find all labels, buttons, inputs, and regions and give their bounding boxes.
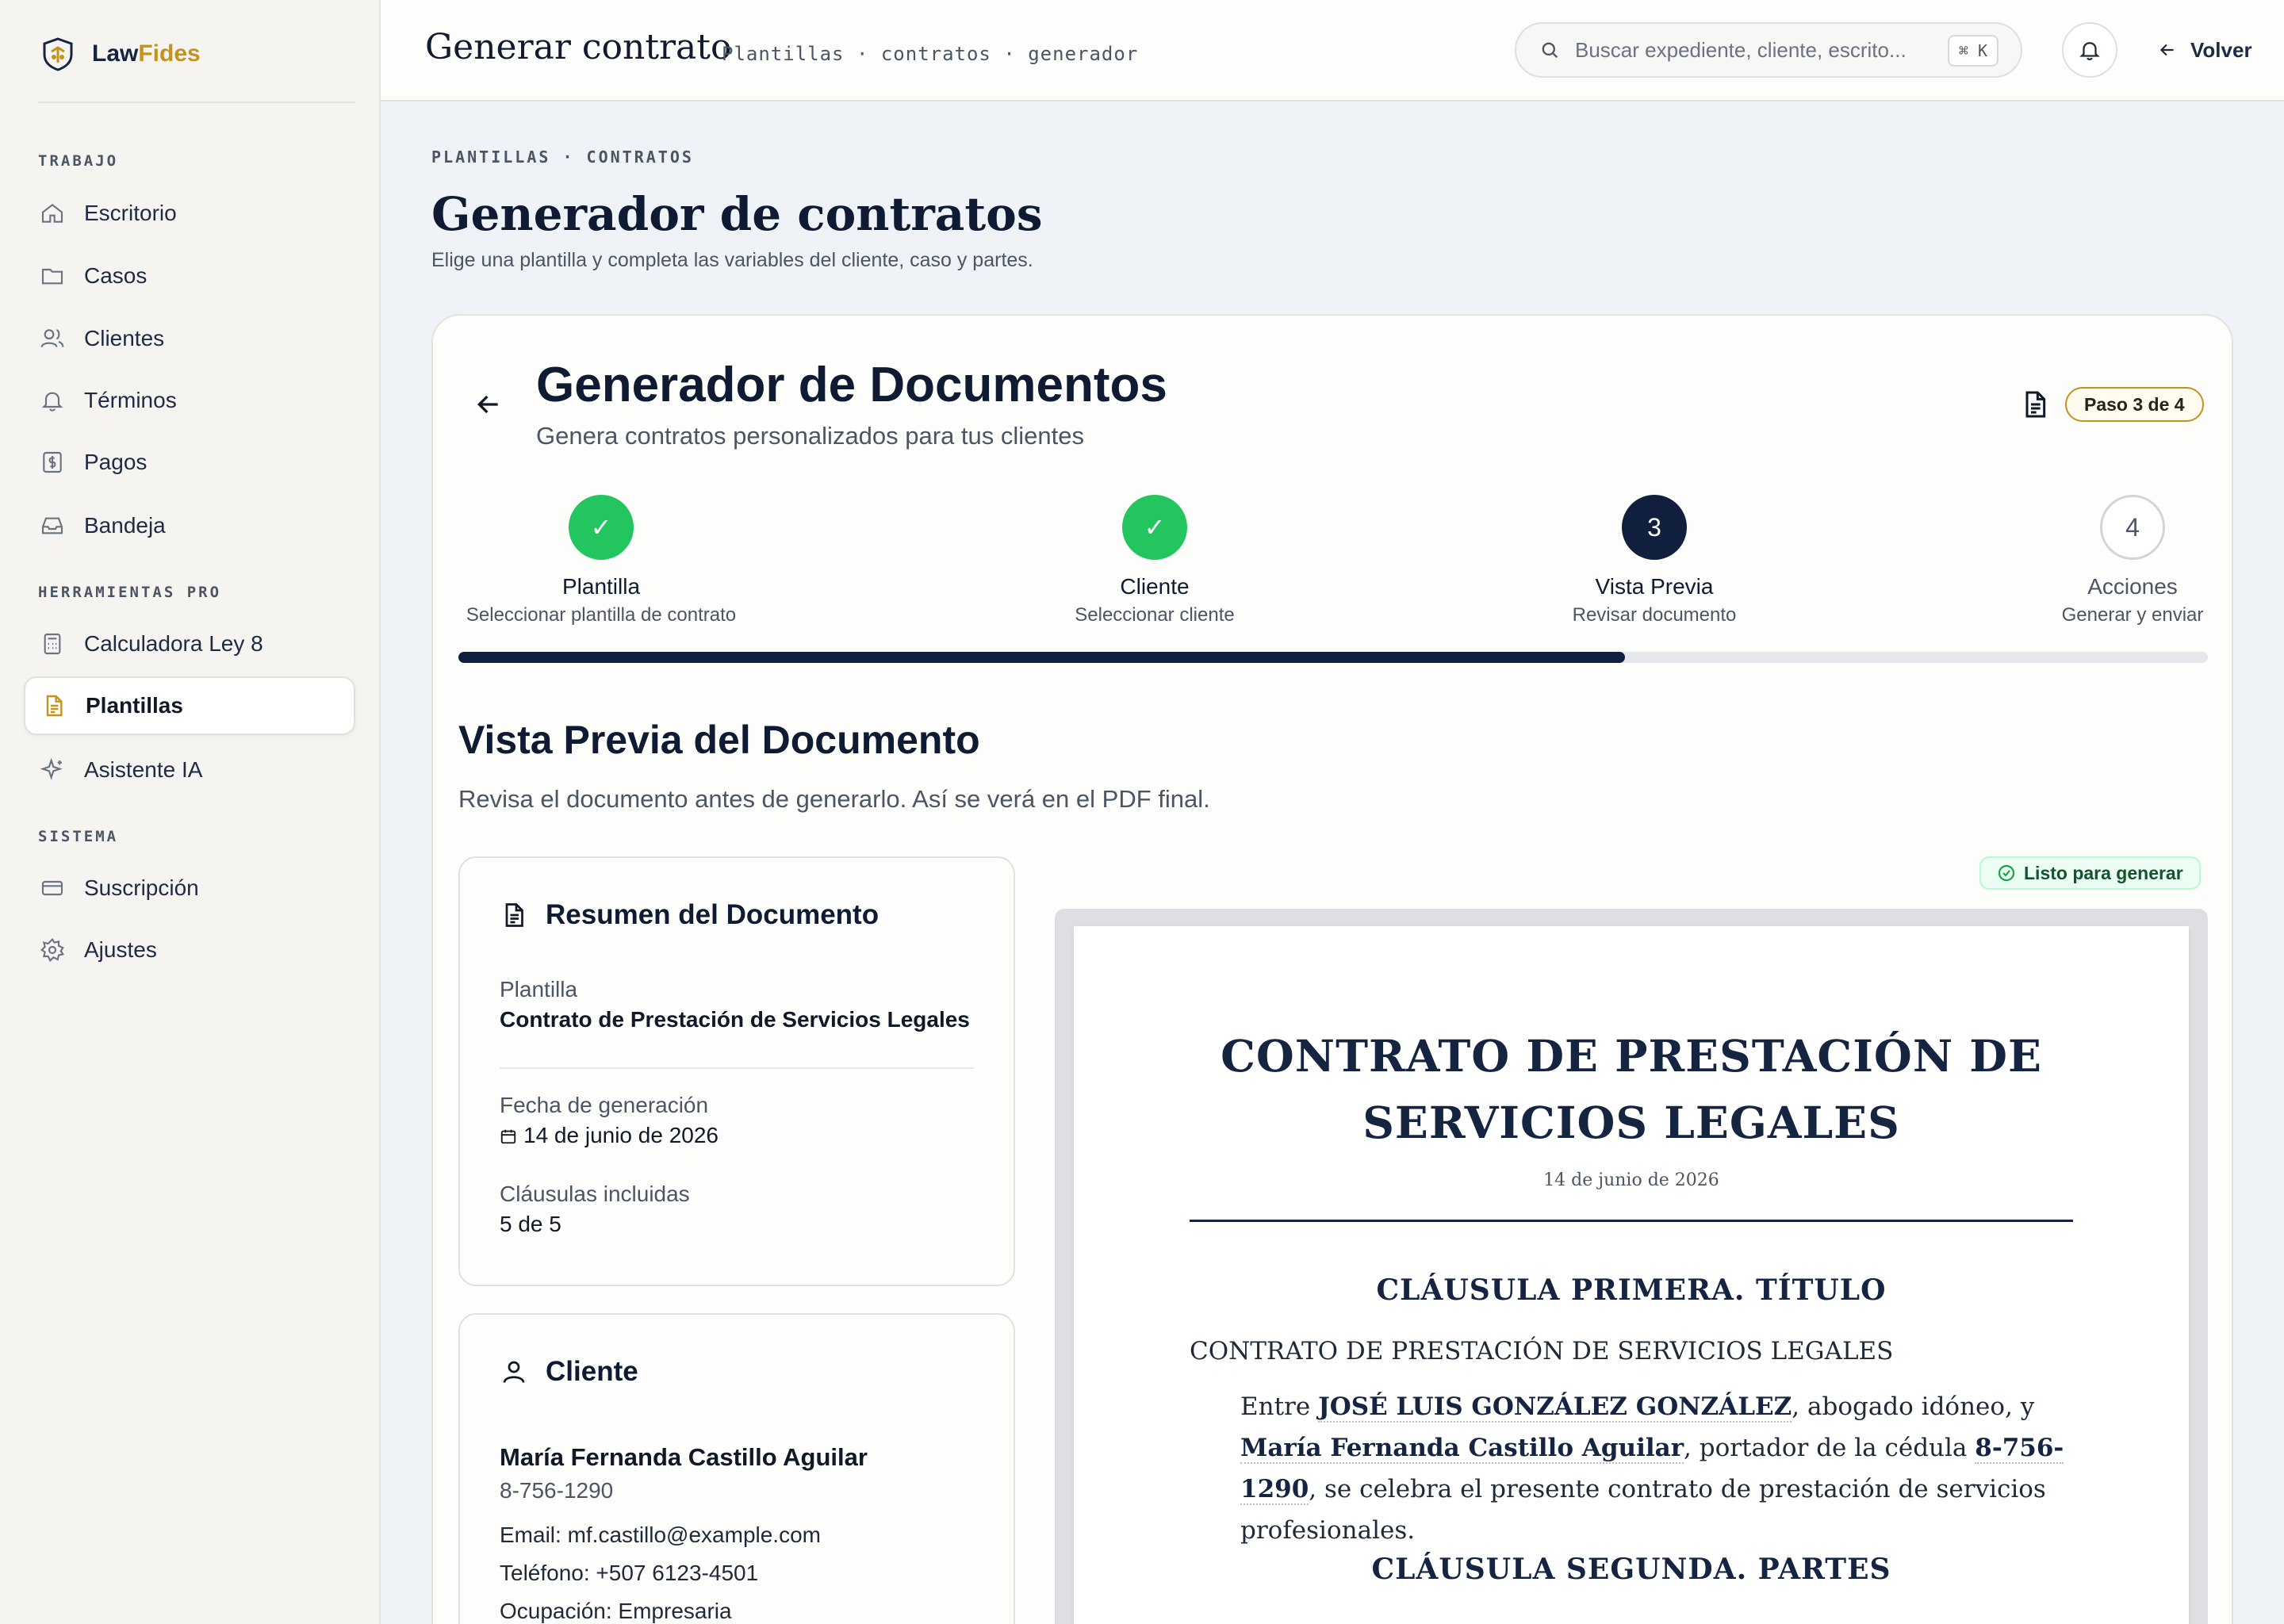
calculator-icon (44, 633, 61, 655)
document-preview[interactable]: CONTRATO DE PRESTACIÓN DE SERVICIOS LEGA… (1055, 909, 2208, 1624)
credit-card-icon (41, 880, 63, 896)
variable-lawyer[interactable]: JOSÉ LUIS GONZÁLEZ GONZÁLEZ (1318, 1392, 1792, 1423)
document-icon (46, 695, 63, 717)
step-plantilla[interactable]: ✓ Plantilla Seleccionar plantilla de con… (458, 495, 744, 626)
arrow-left-icon[interactable] (473, 389, 504, 420)
card-subtitle: Genera contratos personalizados para tus… (536, 422, 1085, 450)
page-subtitle: Elige una plantilla y completa las varia… (431, 249, 1033, 271)
step-cliente[interactable]: ✓ Cliente Seleccionar cliente (1067, 495, 1242, 626)
step-description: Seleccionar plantilla de contrato (466, 604, 737, 626)
ready-badge: Listo para generar (1979, 856, 2201, 890)
page-title: Generador de contratos (431, 187, 1043, 241)
sidebar-item-clientes[interactable]: Clientes (24, 309, 355, 368)
section-subtitle: Revisa el documento antes de generarlo. … (458, 785, 1210, 813)
client-email: Email: mf.castillo@example.com (500, 1522, 821, 1547)
progress-bar (458, 652, 2208, 663)
step-description: Generar y enviar (2061, 604, 2204, 626)
sidebar-item-casos[interactable]: Casos (24, 247, 355, 305)
check-circle-icon (1998, 864, 2015, 882)
step-number: 4 (2100, 495, 2165, 560)
summary-clauses: Cláusulas incluidas 5 de 5 (500, 1182, 690, 1236)
section-label-herramientas: HERRAMIENTAS PRO (38, 584, 222, 601)
dollar-icon (43, 451, 62, 473)
step-label: Plantilla (561, 574, 641, 599)
search-box[interactable]: ⌘ K (1515, 22, 2022, 78)
shortcut-hint: ⌘ K (1947, 35, 1998, 67)
sidebar-item-ajustes[interactable]: Ajustes (24, 921, 355, 979)
document-title: CONTRATO DE PRESTACIÓN DE SERVICIOS LEGA… (1221, 1030, 2042, 1148)
step-badge: Paso 3 de 4 (2065, 387, 2204, 422)
summary-panel: Resumen del Documento Plantilla Contrato… (458, 856, 1015, 1286)
parties-paragraph: Entre JOSÉ LUIS GONZÁLEZ GONZÁLEZ, aboga… (1240, 1392, 2064, 1545)
gear-icon (40, 937, 65, 963)
sidebar: LawFides TRABAJO Escritorio Casos Client… (0, 0, 381, 1624)
progress-fill (458, 652, 1626, 663)
sparkle-icon (40, 757, 63, 780)
calendar-icon (500, 1129, 516, 1144)
arrow-left-icon (2159, 44, 2174, 56)
clause-heading: CLÁUSULA SEGUNDA. PARTES (1371, 1553, 1891, 1586)
search-input[interactable] (1575, 37, 1924, 63)
step-label: Acciones (2087, 574, 2178, 599)
step-vista-previa[interactable]: 3 Vista Previa Revisar documento (1559, 495, 1749, 626)
client-identity: María Fernanda Castillo Aguilar 8-756-12… (500, 1443, 868, 1503)
step-description: Seleccionar cliente (1075, 604, 1235, 626)
inbox-icon (41, 517, 63, 534)
sidebar-item-escritorio[interactable]: Escritorio (24, 184, 355, 243)
summary-heading: Resumen del Documento (500, 899, 879, 931)
step-label: Vista Previa (1595, 574, 1714, 599)
header-breadcrumb: Plantillas · contratos · generador (722, 43, 1139, 65)
summary-template: Plantilla Contrato de Prestación de Serv… (500, 977, 970, 1032)
user-icon (503, 1361, 525, 1383)
step-label: Cliente (1120, 574, 1190, 599)
folder-icon (41, 268, 63, 285)
page-eyebrow: PLANTILLAS · CONTRATOS (431, 147, 694, 167)
sidebar-item-bandeja[interactable]: Bandeja (24, 496, 355, 555)
sidebar-item-asistente[interactable]: Asistente IA (24, 741, 355, 799)
brand-logo[interactable]: LawFides (38, 33, 201, 75)
clause-text: CONTRATO DE PRESTACIÓN DE SERVICIOS LEGA… (1190, 1337, 1894, 1365)
divider (1190, 1220, 2073, 1222)
back-button[interactable]: Volver (2125, 30, 2252, 70)
client-phone: Teléfono: +507 6123-4501 (500, 1561, 759, 1585)
document-page: CONTRATO DE PRESTACIÓN DE SERVICIOS LEGA… (1074, 926, 2189, 1624)
notifications-button[interactable] (2062, 22, 2117, 78)
divider (38, 102, 355, 103)
users-icon (40, 329, 64, 348)
divider (500, 1067, 974, 1069)
bell-icon (2079, 42, 2100, 60)
sidebar-item-pagos[interactable]: Pagos (24, 433, 355, 492)
document-icon (2025, 391, 2046, 418)
document-icon (505, 903, 523, 927)
card-title: Generador de Documentos (536, 358, 1167, 412)
top-header: Generar contrato Plantillas · contratos … (381, 0, 2284, 102)
check-icon: ✓ (569, 495, 634, 560)
clause-heading: CLÁUSULA PRIMERA. TÍTULO (1376, 1274, 1887, 1307)
document-date: 14 de junio de 2026 (1543, 1170, 1719, 1190)
step-description: Revisar documento (1572, 604, 1737, 626)
variable-client-name[interactable]: María Fernanda Castillo Aguilar (1240, 1434, 1684, 1464)
summary-date: Fecha de generación 14 de junio de 2026 (500, 1093, 719, 1147)
client-heading: Cliente (500, 1356, 638, 1388)
home-icon (41, 203, 63, 223)
sidebar-item-terminos[interactable]: Términos (24, 371, 355, 430)
brand-name: LawFides (92, 40, 201, 67)
sidebar-item-calculadora[interactable]: Calculadora Ley 8 (24, 615, 355, 673)
section-label-sistema: SISTEMA (38, 828, 119, 845)
check-icon: ✓ (1122, 495, 1187, 560)
section-title: Vista Previa del Documento (458, 718, 980, 762)
header-title: Generar contrato (425, 27, 732, 67)
client-panel: Cliente María Fernanda Castillo Aguilar … (458, 1313, 1015, 1624)
sidebar-item-plantillas[interactable]: Plantillas (24, 676, 355, 735)
client-occupation: Ocupación: Empresaria (500, 1599, 732, 1623)
section-label-trabajo: TRABAJO (38, 152, 119, 170)
sidebar-item-suscripcion[interactable]: Suscripción (24, 859, 355, 917)
generator-card: Generador de Documentos Genera contratos… (431, 314, 2233, 1624)
step-number: 3 (1622, 495, 1687, 560)
shield-logo-icon (43, 37, 73, 71)
step-acciones[interactable]: 4 Acciones Generar y enviar (2057, 495, 2208, 626)
search-icon (1542, 42, 1558, 59)
bell-icon (41, 392, 63, 412)
